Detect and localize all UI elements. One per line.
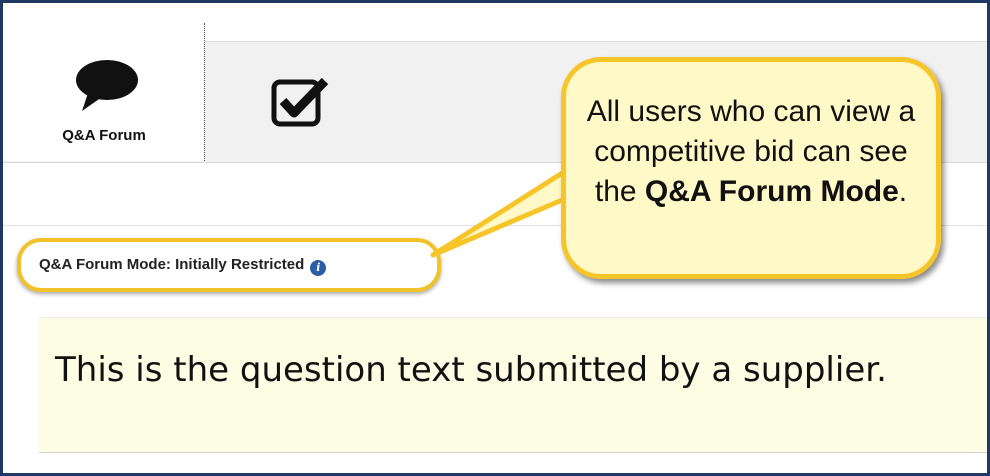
qa-forum-mode-label: Q&A Forum Mode: Initially Restricted xyxy=(39,256,305,273)
tab-qa-forum-label: Q&A Forum xyxy=(62,127,146,144)
callout-emphasis: Q&A Forum Mode xyxy=(644,175,899,208)
screenshot-frame: Q&A Forum Q&A Forum Mode: Initially Rest… xyxy=(0,0,990,476)
question-text: This is the question text submitted by a… xyxy=(55,350,887,390)
qa-forum-mode-highlight: Q&A Forum Mode: Initially Restricted i xyxy=(17,238,441,292)
callout-text: All users who can view a competitive bid… xyxy=(576,92,926,212)
question-bottom-divider xyxy=(39,452,987,453)
callout-text-end: . xyxy=(898,175,908,208)
tab-qa-forum[interactable]: Q&A Forum xyxy=(3,23,205,161)
qa-forum-mode-status: Q&A Forum Mode: Initially Restricted i xyxy=(39,256,327,276)
callout-bubble: All users who can view a competitive bid… xyxy=(561,57,941,279)
info-icon[interactable]: i xyxy=(310,260,327,276)
speech-bubble-icon xyxy=(76,60,138,111)
question-panel: This is the question text submitted by a… xyxy=(39,317,987,453)
tab-checklist[interactable] xyxy=(269,75,331,129)
checkbox-checked-icon xyxy=(271,77,329,127)
